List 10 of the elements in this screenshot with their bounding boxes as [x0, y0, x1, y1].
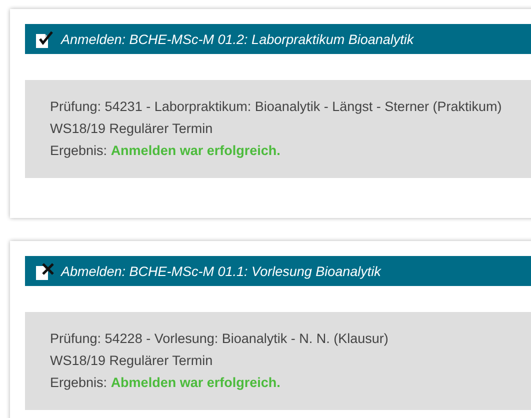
info-text: Prüfung: 54231 - Laborpraktikum: Bioanalytik - Längst - Sterner (Praktikum) — [50, 98, 503, 116]
document-cross-icon — [35, 262, 55, 280]
card-title: Anmelden: BCHE-MSc-M 01.2: Laborpraktikum Bioanalytik — [61, 32, 414, 46]
info-text: WS18/19 Regulärer Termin — [50, 352, 214, 370]
document-check-icon — [35, 30, 55, 48]
info-text: Prüfung: 54228 - Vorlesung: Bioanalytik - N. N. (Klausur) — [50, 330, 390, 348]
result-text: Ergebnis: Abmelden war erfolgreich. — [50, 374, 282, 392]
card-title: Abmelden: BCHE-MSc-M 01.1: Vorlesung Bioanalytik — [61, 264, 381, 278]
result-text: Ergebnis: Anmelden war erfolgreich. — [50, 142, 282, 160]
info-text: WS18/19 Regulärer Termin — [50, 120, 214, 138]
